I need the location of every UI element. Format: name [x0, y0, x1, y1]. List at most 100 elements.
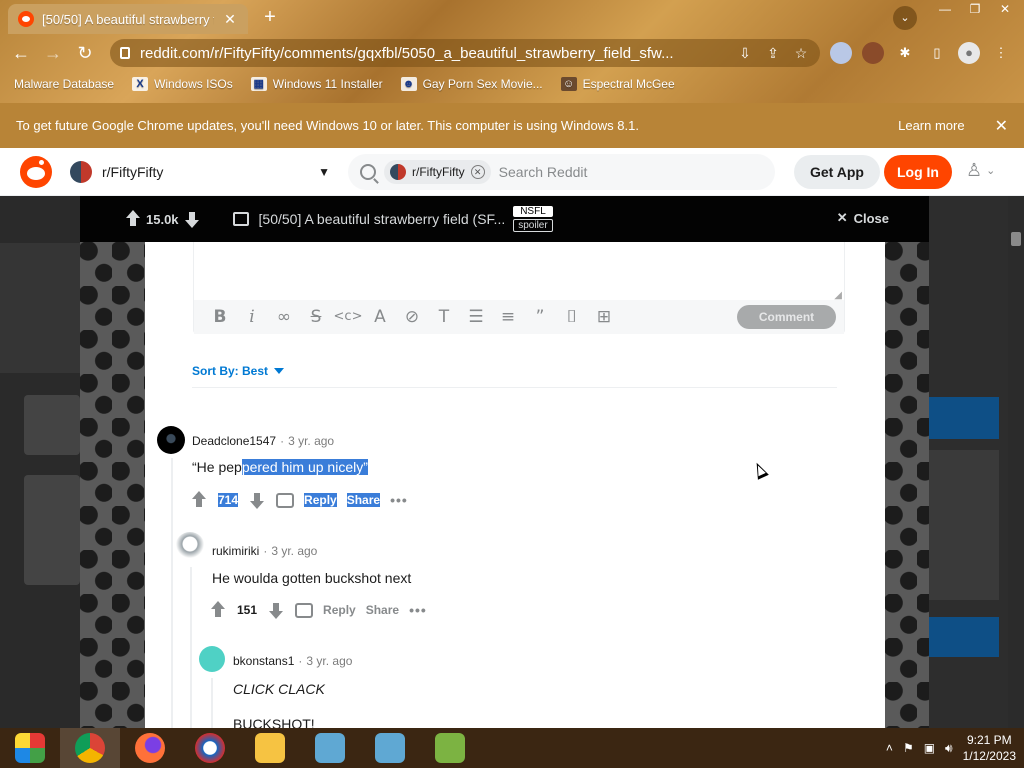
comment-timestamp[interactable]: 3 yr. ago [288, 434, 334, 448]
search-bar[interactable]: r/FiftyFifty ✕ [348, 154, 775, 190]
reply-button[interactable]: Reply [304, 493, 337, 507]
strikethrough-icon[interactable]: S [300, 303, 332, 331]
subreddit-dropdown[interactable]: r/FiftyFifty ▼ [70, 156, 330, 188]
profile-icon[interactable]: ● [958, 42, 980, 64]
comment-button[interactable]: Comment [737, 305, 836, 329]
reddit-favicon-icon [18, 11, 34, 27]
taskbar-file-explorer[interactable] [240, 728, 300, 768]
get-app-button[interactable]: Get App [794, 155, 880, 189]
more-options-icon[interactable]: ••• [409, 602, 427, 618]
extensions-puzzle-icon[interactable]: ✱ [894, 42, 916, 64]
extension-avatar-icon[interactable] [862, 42, 884, 64]
downvote-icon[interactable] [183, 209, 201, 229]
infobar-close-icon[interactable]: ✕ [995, 116, 1008, 136]
downvote-icon[interactable] [267, 600, 285, 620]
thread-line[interactable] [190, 567, 192, 728]
share-button[interactable]: Share [366, 603, 399, 617]
more-options-icon[interactable]: ••• [390, 492, 408, 508]
avatar[interactable] [157, 426, 185, 454]
bookmark-star-icon[interactable]: ☆ [792, 45, 810, 62]
chrome-menu-icon[interactable]: ⋮ [990, 42, 1012, 64]
numbered-list-icon[interactable]: ≡ [492, 303, 524, 331]
bookmark-movie-site[interactable]: ☻ Gay Porn Sex Movie... [400, 77, 543, 91]
user-menu[interactable]: ♙ ⌄ [966, 160, 995, 181]
extension-flag-icon[interactable] [830, 42, 852, 64]
comment-textarea[interactable] [194, 242, 844, 300]
dimmed-card [24, 395, 80, 455]
reddit-logo-icon[interactable] [20, 156, 52, 188]
volume-icon[interactable]: 🔊︎ [945, 741, 953, 756]
remove-scope-icon[interactable]: ✕ [470, 165, 485, 179]
close-window-button[interactable]: ✕ [992, 0, 1018, 18]
search-input[interactable] [498, 164, 763, 180]
comment-timestamp[interactable]: 3 yr. ago [271, 544, 317, 558]
bookmark-windows-11-installer[interactable]: ▦ Windows 11 Installer [250, 77, 383, 91]
browser-tab[interactable]: [50/50] A beautiful strawberry f ✕ [8, 4, 248, 34]
new-tab-button[interactable]: + [258, 6, 282, 30]
superscript-icon[interactable]: A [364, 303, 396, 331]
comment-username[interactable]: Deadclone1547 [192, 434, 276, 448]
bookmark-windows-isos[interactable]: X Windows ISOs [132, 77, 233, 91]
heading-icon[interactable]: T [428, 303, 460, 331]
comment-username[interactable]: rukimiriki [212, 544, 259, 558]
learn-more-link[interactable]: Learn more [898, 118, 964, 133]
address-bar[interactable]: reddit.com/r/FiftyFifty/comments/gqxfbl/… [110, 39, 820, 67]
scrollbar-thumb[interactable] [1011, 232, 1021, 246]
reload-button[interactable]: ↻ [72, 40, 98, 66]
downvote-icon[interactable] [248, 490, 266, 510]
login-button[interactable]: Log In [884, 155, 952, 189]
share-button[interactable]: Share [346, 493, 381, 507]
inline-code-icon[interactable]: <c> [332, 303, 364, 331]
taskbar-chrome[interactable] [60, 728, 120, 768]
minimize-button[interactable]: — [932, 0, 958, 18]
separator-dot: · [298, 654, 303, 668]
tray-overflow-icon[interactable]: ˄ [886, 741, 893, 755]
comment-username[interactable]: bkonstans1 [233, 654, 294, 668]
share-icon[interactable]: ⇪ [764, 45, 782, 62]
site-bookmark-icon: ☻ [400, 77, 417, 91]
page-scrollbar[interactable] [1008, 196, 1024, 728]
italic-icon[interactable]: i [236, 303, 268, 331]
comment-score: 714 [218, 493, 239, 507]
taskbar-app[interactable] [300, 728, 360, 768]
bookmark-malware-database[interactable]: Malware Database [14, 77, 114, 91]
quote-icon[interactable]: ” [524, 303, 556, 331]
avatar[interactable] [199, 646, 225, 672]
spoiler-icon[interactable]: ⊘ [396, 303, 428, 331]
tab-search-button[interactable]: ⌄ [893, 6, 917, 30]
sort-dropdown[interactable]: Sort By: Best [192, 364, 285, 378]
start-button[interactable] [0, 728, 60, 768]
avatar[interactable] [175, 532, 205, 562]
side-panel-icon[interactable]: ▯ [926, 42, 948, 64]
upvote-icon[interactable] [209, 600, 227, 620]
caret-down-icon [274, 368, 285, 374]
close-post-button[interactable]: ✕ Close [837, 210, 889, 226]
tab-close-icon[interactable]: ✕ [222, 11, 238, 28]
clock[interactable]: 9:21 PM 1/12/2023 [963, 732, 1016, 764]
table-icon[interactable]: ⊞ [588, 303, 620, 331]
taskbar-app[interactable] [360, 728, 420, 768]
thread-line[interactable] [171, 458, 173, 728]
flag-icon[interactable]: ⚑ [903, 741, 914, 755]
taskbar-opera[interactable] [180, 728, 240, 768]
upvote-icon[interactable] [190, 490, 208, 510]
url-text[interactable]: reddit.com/r/FiftyFifty/comments/gqxfbl/… [140, 45, 726, 62]
upvote-icon[interactable] [124, 209, 142, 229]
taskbar-firefox[interactable] [120, 728, 180, 768]
bookmark-espectral-mcgee[interactable]: ☺ Espectral McGee [560, 77, 675, 91]
bulleted-list-icon[interactable]: ☰ [460, 303, 492, 331]
post-title[interactable]: [50/50] A beautiful strawberry field (SF… [259, 211, 506, 227]
code-block-icon[interactable]: ⌷ [556, 303, 588, 331]
reply-button[interactable]: Reply [323, 603, 356, 617]
forward-button[interactable]: → [40, 40, 66, 66]
thread-line[interactable] [211, 678, 213, 728]
network-icon[interactable]: ▣ [924, 741, 935, 755]
back-button[interactable]: ← [8, 40, 34, 66]
link-icon[interactable]: ∞ [268, 303, 300, 331]
bold-icon[interactable]: B [204, 303, 236, 331]
restore-button[interactable]: ❐ [962, 0, 988, 18]
taskbar-app[interactable] [420, 728, 480, 768]
search-scope-chip[interactable]: r/FiftyFifty ✕ [384, 160, 491, 184]
install-app-icon[interactable]: ⇩ [736, 45, 754, 62]
comment-timestamp[interactable]: 3 yr. ago [306, 654, 352, 668]
